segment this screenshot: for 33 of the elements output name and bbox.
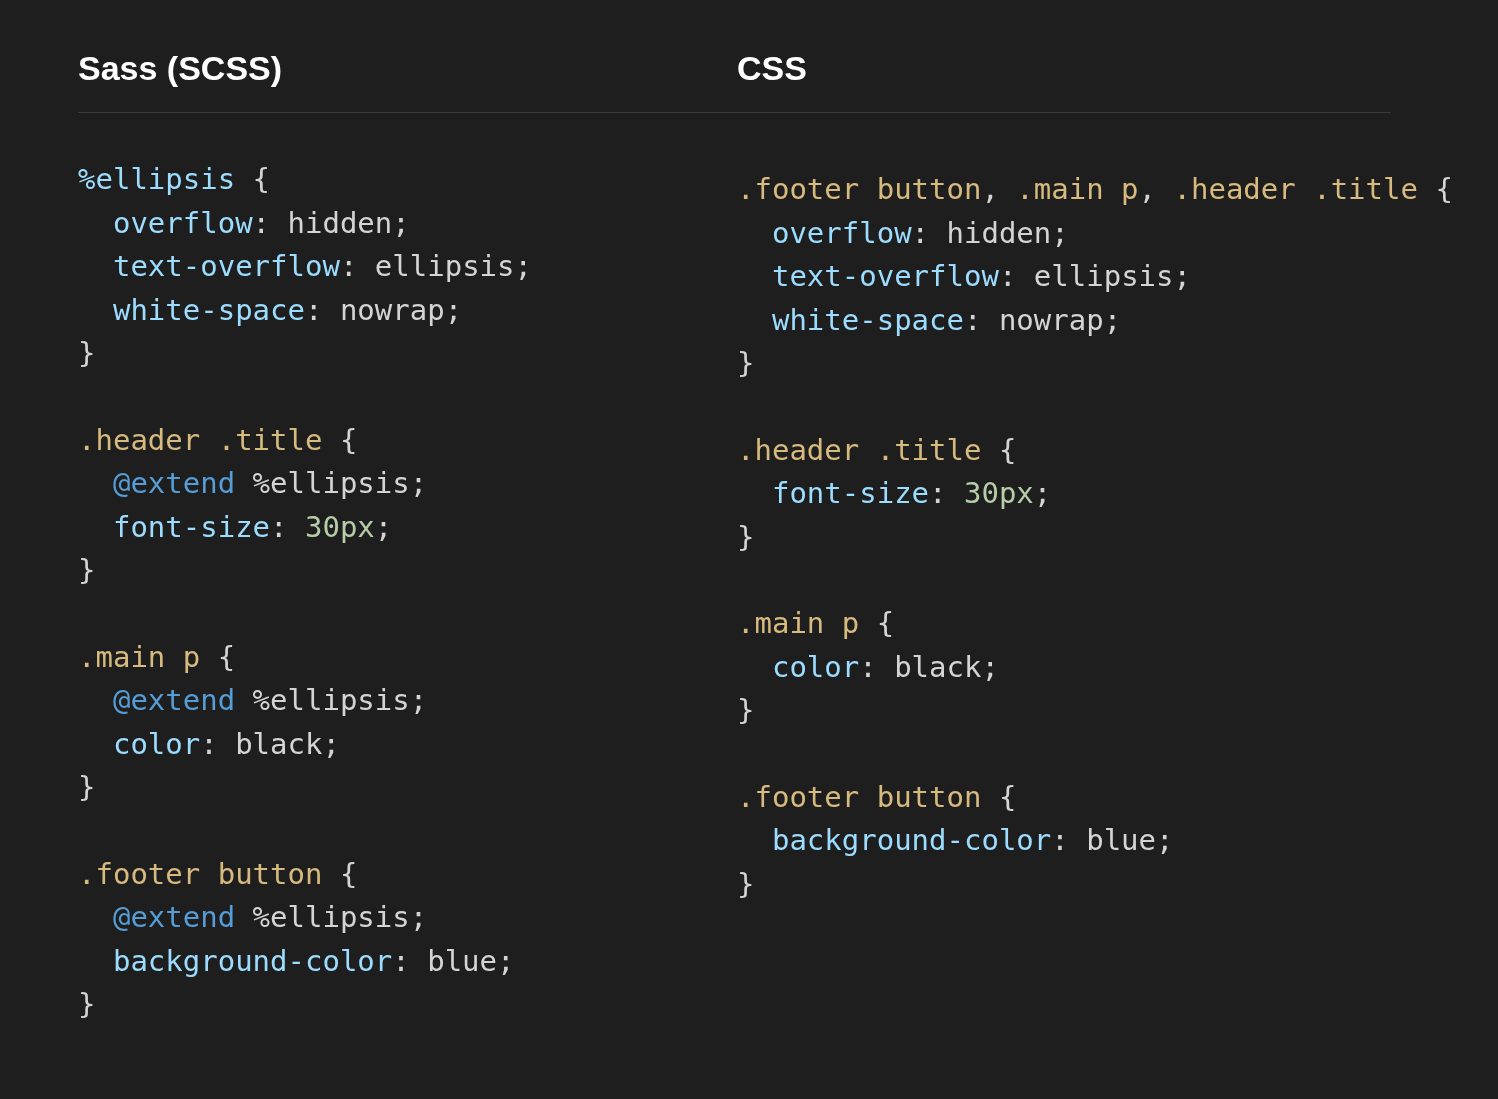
code-line: color: black;: [770, 648, 999, 686]
code-line: }: [78, 986, 96, 1023]
code-line: overflow: hidden;: [770, 214, 1069, 252]
code-line: .main p {: [737, 605, 895, 642]
column-heading: CSS: [737, 48, 807, 89]
code-line: font-size: 30px;: [111, 508, 393, 546]
code-line: @extend %ellipsis;: [111, 465, 428, 502]
code-line: .footer button {: [78, 855, 358, 893]
code-line: .main p {: [78, 638, 236, 676]
column-heading: Sass (SCSS): [78, 48, 283, 89]
code-line: }: [737, 345, 755, 382]
code-line: }: [78, 552, 96, 589]
code-line: overflow: hidden;: [111, 204, 410, 242]
code-line: .header .title {: [78, 421, 358, 459]
code-line: .footer button, .main p, .header .title {: [737, 171, 1453, 208]
code-line: .footer button {: [737, 778, 1017, 816]
code-line: .header .title {: [737, 431, 1017, 469]
code-line: @extend %ellipsis;: [111, 899, 428, 936]
code-line: background-color: blue;: [770, 822, 1174, 859]
code-line: %ellipsis {: [78, 161, 271, 198]
code-line: }: [78, 335, 96, 372]
code-line: background-color: blue;: [111, 942, 515, 980]
code-line: color: black;: [111, 725, 340, 763]
code-line: @extend %ellipsis;: [111, 682, 428, 719]
code-line: }: [737, 518, 755, 556]
code-line: font-size: 30px;: [770, 475, 1052, 512]
code-line: white-space: nowrap;: [770, 301, 1122, 339]
code-line: text-overflow: ellipsis;: [111, 248, 532, 285]
code-line: text-overflow: ellipsis;: [770, 258, 1191, 295]
code-line: }: [737, 865, 755, 903]
code-line: }: [78, 769, 96, 806]
code-line: white-space: nowrap;: [111, 291, 463, 329]
code-line: }: [737, 692, 755, 729]
